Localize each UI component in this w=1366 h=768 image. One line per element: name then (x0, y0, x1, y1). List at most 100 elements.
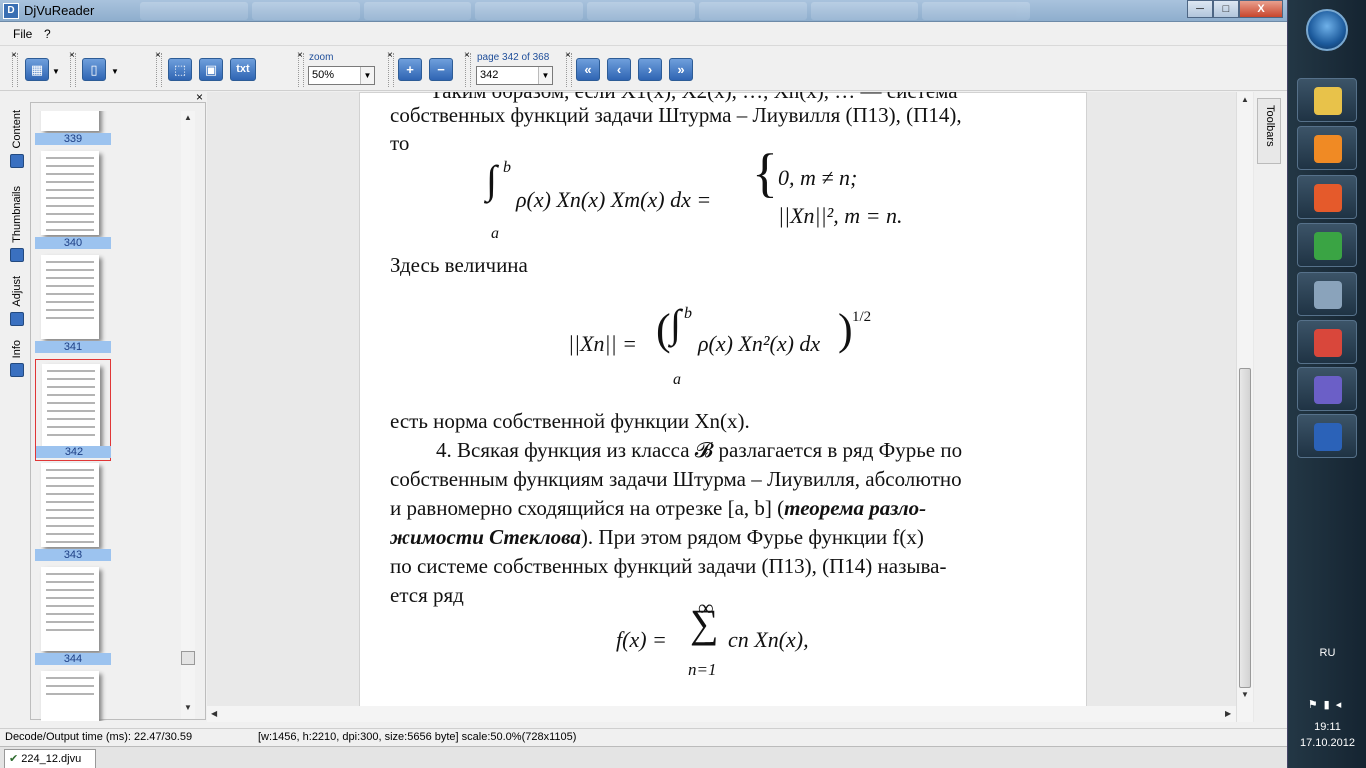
chevron-down-icon[interactable]: ▼ (538, 67, 552, 84)
text-line: то (390, 131, 410, 155)
text-line: жимости Стеклова). При этом рядом Фурье … (390, 523, 924, 552)
open-paren: ( (656, 305, 671, 354)
taskbar-app-office-picture[interactable] (1297, 175, 1357, 219)
close-paren: ) (838, 305, 853, 354)
vertical-scrollbar-thumb[interactable] (1239, 368, 1251, 688)
layout-dropdown-icon[interactable]: ▼ (52, 67, 60, 76)
thumbnail-page-345[interactable] (35, 671, 111, 721)
select-image-button[interactable]: ▣ (199, 58, 223, 81)
taskbar-app-media-player[interactable] (1297, 126, 1357, 170)
layout-button[interactable]: ▦ (25, 58, 49, 81)
page-view-dropdown-icon[interactable]: ▼ (111, 67, 119, 76)
app-icon: D (3, 3, 19, 19)
zoom-select[interactable]: 50% ▼ (308, 66, 375, 85)
taskbar-app-chrome[interactable] (1297, 320, 1357, 364)
taskbar-app-utorrent[interactable] (1297, 223, 1357, 267)
thumbnail-image (41, 255, 99, 339)
word-icon (1314, 423, 1342, 451)
file-tab[interactable]: ✔ 224_12.djvu (4, 749, 96, 768)
scroll-down-icon[interactable]: ▼ (184, 703, 192, 712)
menu-file[interactable]: File (13, 27, 32, 41)
tab-info[interactable]: Info (8, 340, 26, 378)
clock-date[interactable]: 17.10.2012 (1288, 737, 1366, 749)
text-fragment: ). При этом рядом Фурье функции f(x) (580, 525, 924, 549)
integral-lower-limit: a (491, 225, 499, 242)
scroll-right-icon[interactable]: ▶ (1225, 709, 1231, 718)
language-indicator[interactable]: RU (1288, 647, 1366, 659)
taskbar-app-computer[interactable] (1297, 272, 1357, 316)
sum-lower-limit: n=1 (688, 660, 717, 679)
taskbar-app-word[interactable] (1297, 414, 1357, 458)
file-tab-label: 224_12.djvu (21, 753, 82, 765)
document-view[interactable]: Таким образом, если X1(x), X2(x), …, Xn(… (207, 92, 1254, 722)
scroll-up-icon[interactable]: ▲ (1241, 95, 1249, 104)
tray-icons[interactable]: ⚑▮◂ (1288, 698, 1366, 711)
last-page-button[interactable]: » (669, 58, 693, 81)
toolbar-grip[interactable] (12, 53, 18, 87)
sidebar-tabs: Content Thumbnails Adjust Info (6, 104, 28, 716)
tab-info-label: Info (11, 340, 23, 359)
text-line: собственным функциям задачи Штурма – Лиу… (390, 467, 962, 491)
tab-thumbnails[interactable]: Thumbnails (8, 186, 26, 262)
thumbnail-page-343[interactable]: 343 (35, 463, 111, 565)
first-page-button[interactable]: « (576, 58, 600, 81)
thumbnail-page-340[interactable]: 340 (35, 151, 111, 253)
thumbnail-page-341[interactable]: 341 (35, 255, 111, 357)
minimize-button[interactable]: ─ (1187, 0, 1213, 18)
series-left-side: f(x) = (616, 627, 667, 652)
thumbnail-scrollbar[interactable]: ▲ ▼ (181, 111, 195, 719)
contents-icon (10, 153, 24, 168)
zoom-in-button[interactable]: + (398, 58, 422, 81)
toolbar-grip[interactable] (388, 53, 394, 87)
thumbnail-image (42, 364, 100, 448)
sum-sign: ∑ (690, 601, 719, 646)
menu-help[interactable]: ? (44, 27, 51, 41)
page-view-button[interactable]: ▯ (82, 58, 106, 81)
explorer-icon (1314, 87, 1342, 115)
toolbar-grip[interactable] (70, 53, 76, 87)
previous-page-button[interactable]: ‹ (607, 58, 631, 81)
thumbnail-image (41, 111, 99, 131)
start-button[interactable] (1306, 9, 1348, 51)
toolbars-tab[interactable]: Toolbars (1257, 98, 1281, 164)
background-taskbar-ghost (140, 2, 1030, 20)
djvu-page: Таким образом, если X1(x), X2(x), …, Xn(… (359, 92, 1087, 708)
text-line: ется ряд (390, 583, 464, 607)
maximize-button[interactable]: □ (1213, 0, 1239, 18)
select-region-button[interactable]: ⬚ (168, 58, 192, 81)
close-button[interactable]: X (1239, 0, 1283, 18)
thumbnail-page-339[interactable]: 339 (35, 111, 111, 149)
scroll-up-icon[interactable]: ▲ (184, 113, 192, 122)
zoom-out-button[interactable]: − (429, 58, 453, 81)
scroll-down-icon[interactable]: ▼ (1241, 690, 1249, 699)
thumbnail-page-number: 339 (35, 133, 111, 145)
chevron-down-icon[interactable]: ▼ (360, 67, 374, 84)
select-text-button[interactable]: txt (230, 58, 256, 81)
tab-content[interactable]: Content (8, 110, 26, 168)
toolbar-grip[interactable] (465, 53, 471, 87)
thumbnail-page-342[interactable]: 342 (35, 359, 111, 461)
toolbar-grip[interactable] (566, 53, 572, 87)
thumbnail-scrollbar-thumb[interactable] (181, 651, 195, 665)
next-page-button[interactable]: › (638, 58, 662, 81)
window-title: DjVuReader (24, 3, 95, 18)
thumbnails-panel: 339 340 341 342 343 344 ▲ ▼ (30, 102, 206, 721)
taskbar-app-djvu-reader[interactable] (1297, 367, 1357, 411)
scroll-left-icon[interactable]: ◀ (211, 709, 217, 718)
toolbar-grip[interactable] (298, 53, 304, 87)
thumbnail-page-344[interactable]: 344 (35, 567, 111, 669)
clock-time[interactable]: 19:11 (1288, 721, 1366, 733)
check-icon: ✔ (9, 753, 19, 765)
horizontal-scrollbar[interactable]: ◀ ▶ (207, 706, 1237, 722)
toolbars-tab-label: Toolbars (1264, 105, 1276, 147)
tab-content-label: Content (11, 110, 23, 149)
vertical-scrollbar[interactable]: ▲ ▼ (1236, 92, 1253, 722)
tab-adjust[interactable]: Adjust (8, 276, 26, 326)
theorem-name: теорема разло- (784, 496, 927, 520)
taskbar-app-explorer[interactable] (1297, 78, 1357, 122)
zoom-value: 50% (312, 69, 335, 81)
page-select[interactable]: 342 ▼ (476, 66, 553, 85)
toolbar-grip[interactable] (156, 53, 162, 87)
file-tabs-bar: ✔ 224_12.djvu (0, 746, 1287, 768)
thumbnail-page-number: 340 (35, 237, 111, 249)
